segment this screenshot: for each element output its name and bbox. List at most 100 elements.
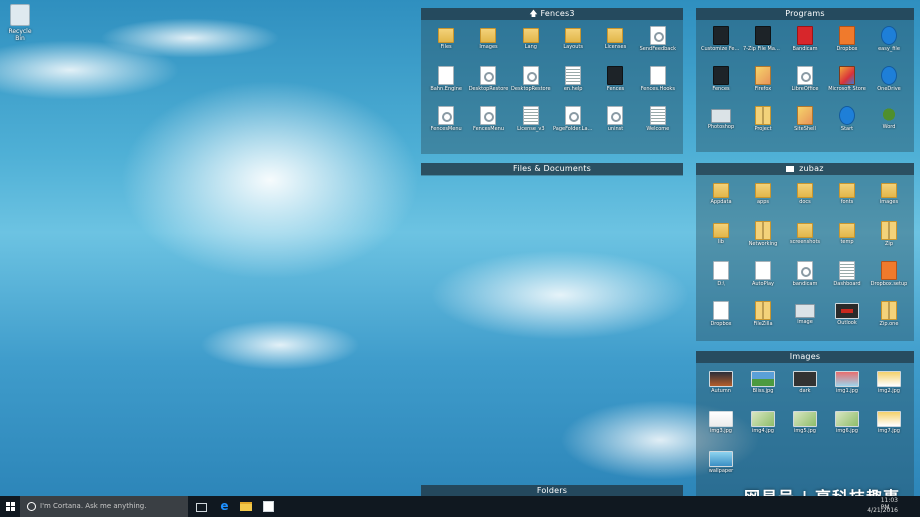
fence-item[interactable]: Dashboard [826, 259, 868, 297]
fence-title[interactable]: zubaz [696, 163, 914, 175]
fence-item[interactable]: Layouts [552, 24, 594, 62]
fence-item[interactable]: uninst [594, 104, 636, 142]
fence-item-label: easy_file [878, 46, 900, 52]
image-thumb-icon [793, 411, 817, 427]
fence-item[interactable]: Files [425, 24, 467, 62]
fence-item[interactable]: 7-Zip File Manager [742, 24, 784, 62]
fence-item[interactable]: Dropbox.setup [868, 259, 910, 297]
fence-item[interactable]: screenshots [784, 219, 826, 257]
fence-item[interactable]: SiteShell [784, 104, 826, 142]
fence-item[interactable]: temp [826, 219, 868, 257]
recycle-bin-shortcut[interactable]: Recycle Bin [4, 4, 36, 42]
store-icon[interactable] [263, 501, 274, 512]
fence-title[interactable]: Images [696, 351, 914, 363]
fence-item-label: Firefox [754, 86, 772, 92]
fence-item[interactable]: FileZilla [742, 299, 784, 337]
fence-item[interactable]: OneDrive [868, 64, 910, 102]
fence-item[interactable]: Autumn [700, 367, 742, 405]
fence-item[interactable]: Fences.Hooks [637, 64, 679, 102]
fence-item[interactable]: Dropbox [700, 299, 742, 337]
fence-item[interactable]: wallpaper [700, 447, 742, 485]
fence-item[interactable]: SendFeedback [637, 24, 679, 62]
fence-item[interactable]: License_v3 [510, 104, 552, 142]
fence-title[interactable]: Programs [696, 8, 914, 20]
fence-item[interactable]: Licenses [594, 24, 636, 62]
fence-item[interactable]: images [868, 179, 910, 217]
fence-item-label: uninst [607, 126, 624, 132]
fence-item[interactable]: Fences [700, 64, 742, 102]
fence-item[interactable]: easy_file [868, 24, 910, 62]
fence-item[interactable]: LibreOffice [784, 64, 826, 102]
fence-item[interactable]: img4.jpg [742, 407, 784, 445]
fence-item[interactable]: fonts [826, 179, 868, 217]
fence-item[interactable]: Fences [594, 64, 636, 102]
fence-item-label: Layouts [563, 44, 583, 50]
fence-item-label: Fences.Hooks [640, 86, 675, 92]
fence-item[interactable]: lib [700, 219, 742, 257]
fence-item[interactable]: DesktopRestore [467, 64, 509, 102]
fence-item[interactable]: Microsoft Store [826, 64, 868, 102]
fence-item[interactable]: en.help [552, 64, 594, 102]
fence-item[interactable]: Bahn.Engine [425, 64, 467, 102]
dark-image-icon [835, 303, 859, 319]
fence-item[interactable]: DesktopRestore [510, 64, 552, 102]
fence-item[interactable]: Networking [742, 219, 784, 257]
fence-item[interactable]: Project [742, 104, 784, 142]
fence-item[interactable]: Bandicam [784, 24, 826, 62]
fence-item[interactable]: img7.jpg [868, 407, 910, 445]
fence-item[interactable]: Zip.one [868, 299, 910, 337]
fence-item[interactable]: img6.jpg [826, 407, 868, 445]
fence-item[interactable]: Customize Fences [700, 24, 742, 62]
fence-item[interactable]: img5.jpg [784, 407, 826, 445]
fence-images[interactable]: Images Autumn Bliss.jpg dark img1.jpg img2.j… [696, 351, 914, 496]
fence-item[interactable]: apps [742, 179, 784, 217]
fence-title[interactable]: Files & Documents [421, 163, 683, 175]
fence-item[interactable]: Start [826, 104, 868, 142]
fence-item[interactable]: image [784, 299, 826, 337]
fence-item[interactable]: img2.jpg [868, 367, 910, 405]
file-explorer-icon[interactable] [240, 502, 252, 511]
fence-item-label: Word [882, 124, 896, 130]
fence-item[interactable]: Bliss.jpg [742, 367, 784, 405]
fence-item[interactable]: img3.jpg [700, 407, 742, 445]
fence-item-label: Microsoft Store [828, 86, 866, 92]
fence-item[interactable]: Zip [868, 219, 910, 257]
clock-date[interactable]: 4/21/2016 [867, 507, 898, 514]
fence-item[interactable]: D:\ [700, 259, 742, 297]
fence-item[interactable]: FencesMenu [467, 104, 509, 142]
fence-item[interactable]: bandicam [784, 259, 826, 297]
task-view-icon[interactable] [196, 503, 207, 512]
fence-item[interactable]: dark [784, 367, 826, 405]
fence-item-label: img6.jpg [836, 428, 858, 434]
fence-item[interactable]: Outlook [826, 299, 868, 337]
image-thumb-icon [751, 371, 775, 387]
settings-file-icon [522, 66, 539, 85]
fence-item[interactable]: Welcome [637, 104, 679, 142]
cortana-search-box[interactable]: I'm Cortana. Ask me anything. [20, 496, 188, 517]
fence-item-label: Outlook [837, 320, 857, 326]
start-button[interactable] [0, 496, 20, 517]
fence-item[interactable]: img1.jpg [826, 367, 868, 405]
fence-zubaz[interactable]: zubaz Appdata apps docs fonts images lib Netwo… [696, 163, 914, 341]
cortana-icon [27, 502, 36, 511]
settings-file-icon [480, 106, 497, 125]
fence-title[interactable]: 🡅 Fences3 [421, 8, 683, 20]
fence-item[interactable]: docs [784, 179, 826, 217]
fence-programs[interactable]: Programs Customize Fences 7-Zip File Mana… [696, 8, 914, 152]
fence-item[interactable]: Images [467, 24, 509, 62]
app-icon [713, 26, 729, 45]
fence-item[interactable]: Firefox [742, 64, 784, 102]
fence-item[interactable]: Lang [510, 24, 552, 62]
fence-item[interactable]: Appdata [700, 179, 742, 217]
fence-item[interactable]: Photoshop [700, 104, 742, 142]
fence-item-label: Bliss.jpg [752, 388, 774, 394]
fence-fences3[interactable]: 🡅 Fences3 Files Images Lang Layouts Licenses… [421, 8, 683, 154]
fence-grid: Appdata apps docs fonts images lib Networking s… [696, 175, 914, 337]
fence-files-documents[interactable]: Files & Documents [421, 163, 683, 176]
edge-browser-icon[interactable]: e [218, 500, 231, 513]
fence-item[interactable]: AutoPlay [742, 259, 784, 297]
fence-item[interactable]: Word [868, 104, 910, 142]
fence-item[interactable]: FencesMenu [425, 104, 467, 142]
fence-item[interactable]: PageFolder.Layout [552, 104, 594, 142]
fence-item[interactable]: Dropbox [826, 24, 868, 62]
